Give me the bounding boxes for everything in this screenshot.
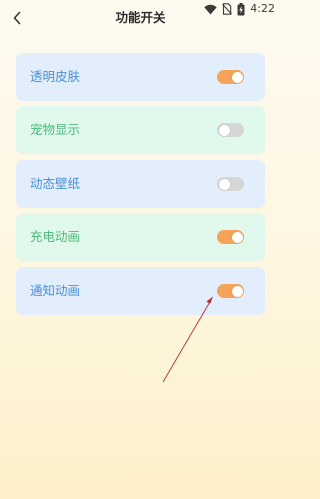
toggle-switch[interactable] bbox=[217, 123, 244, 137]
toggle-switch[interactable] bbox=[217, 70, 244, 84]
setting-label: 动态壁纸 bbox=[30, 176, 81, 191]
toggle-switch[interactable] bbox=[217, 284, 244, 298]
toggle-knob bbox=[231, 285, 243, 297]
setting-row-transparent-skin[interactable]: 透明皮肤 bbox=[16, 53, 265, 101]
setting-row-notification-animation[interactable]: 通知动画 bbox=[16, 267, 265, 315]
setting-label: 充电动画 bbox=[30, 229, 81, 244]
toggle-knob bbox=[231, 71, 243, 83]
setting-row-pet-display[interactable]: 宠物显示 bbox=[16, 106, 265, 154]
toggle-knob bbox=[231, 231, 243, 243]
page-title: 功能开关 bbox=[115, 10, 166, 25]
setting-row-live-wallpaper[interactable]: 动态壁纸 bbox=[16, 160, 265, 208]
toggle-knob bbox=[218, 124, 230, 136]
toggle-knob bbox=[218, 178, 230, 190]
setting-label: 通知动画 bbox=[30, 283, 81, 298]
setting-row-charging-animation[interactable]: 充电动画 bbox=[16, 213, 265, 261]
toggle-switch[interactable] bbox=[217, 230, 244, 244]
setting-label: 透明皮肤 bbox=[30, 69, 81, 84]
setting-label: 宠物显示 bbox=[30, 122, 81, 137]
header: 功能开关 bbox=[0, 0, 281, 38]
toggle-switch[interactable] bbox=[217, 177, 244, 191]
